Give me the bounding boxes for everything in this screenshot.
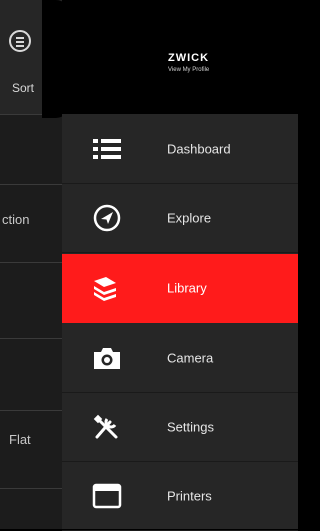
menu-label: Library bbox=[167, 280, 207, 296]
camera-icon bbox=[94, 348, 120, 369]
view-profile-link[interactable]: View My Profile bbox=[168, 67, 209, 73]
background-row-label: ction bbox=[2, 212, 30, 227]
menu-label: Explore bbox=[167, 210, 212, 226]
background-row-label: Flat bbox=[9, 432, 31, 447]
menu-label: Camera bbox=[167, 350, 214, 366]
divider bbox=[0, 410, 62, 411]
menu-item-camera[interactable]: Camera bbox=[62, 324, 298, 393]
menu-label: Dashboard bbox=[167, 141, 231, 157]
menu-item-printers[interactable]: Printers bbox=[62, 462, 298, 531]
menu-item-explore[interactable]: Explore bbox=[62, 184, 298, 253]
printer-window-icon bbox=[92, 483, 122, 509]
divider bbox=[0, 262, 62, 263]
menu-toggle-button[interactable] bbox=[9, 30, 31, 52]
profile-header[interactable]: ZWICK View My Profile bbox=[62, 0, 298, 114]
background-screen: Sort ction Flat bbox=[0, 0, 70, 529]
menu-item-settings[interactable]: Settings bbox=[62, 393, 298, 462]
compass-icon bbox=[93, 204, 121, 232]
profile-name: ZWICK bbox=[168, 52, 210, 64]
menu-label: Settings bbox=[167, 419, 214, 435]
sort-button[interactable]: Sort bbox=[0, 81, 46, 95]
library-icon bbox=[94, 277, 116, 301]
divider bbox=[0, 184, 62, 185]
tools-icon bbox=[93, 414, 118, 439]
divider bbox=[0, 488, 62, 489]
list-icon bbox=[93, 139, 121, 159]
divider bbox=[0, 338, 62, 339]
menu-item-library[interactable]: Library bbox=[62, 254, 298, 323]
menu-item-dashboard[interactable]: Dashboard bbox=[62, 115, 298, 184]
menu-label: Printers bbox=[167, 488, 212, 504]
navigation-drawer: ZWICK View My Profile Dashboard Explore … bbox=[62, 0, 298, 531]
